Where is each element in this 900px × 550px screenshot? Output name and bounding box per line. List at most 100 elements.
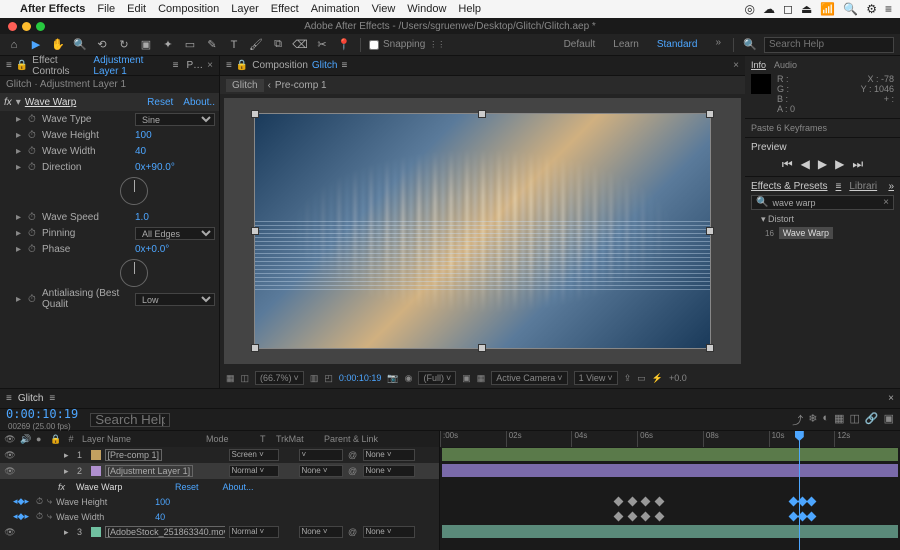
lock-icon[interactable]: 🔒: [236, 60, 248, 71]
composition-viewer[interactable]: [224, 98, 741, 364]
transform-handle[interactable]: [478, 344, 486, 352]
zoom-dropdown[interactable]: (66.7%) ˅: [255, 371, 304, 385]
help-search[interactable]: [764, 37, 894, 53]
disclosure-icon[interactable]: ▸: [16, 114, 24, 125]
pen-tool-icon[interactable]: ✎: [204, 37, 220, 53]
rotate-tool-icon[interactable]: ↻: [116, 37, 132, 53]
param-value[interactable]: 0x+0.0°: [135, 244, 215, 255]
col-mode[interactable]: Mode: [206, 434, 256, 444]
spotlight-icon[interactable]: 🔍: [843, 2, 858, 16]
disclosure-icon[interactable]: ▸: [16, 244, 24, 255]
menu-composition[interactable]: Composition: [158, 3, 219, 15]
layer-name[interactable]: [AdobeStock_251863340.mov]: [105, 526, 225, 538]
close-panel-icon[interactable]: ×: [733, 60, 739, 71]
pixel-aspect-icon[interactable]: ▭: [637, 373, 646, 384]
param-dropdown[interactable]: Sine: [135, 113, 215, 126]
menu-effect[interactable]: Effect: [271, 3, 299, 15]
param-value[interactable]: 0x+90.0°: [135, 162, 215, 173]
frame-blend-icon[interactable]: ◫: [849, 412, 859, 428]
effect-header[interactable]: fx ▾ Wave Warp Reset About..: [0, 93, 219, 111]
timeline-comp-tab[interactable]: Glitch: [18, 393, 44, 404]
layer-row[interactable]: 👁▸2[Adjustment Layer 1]Normal ˅None ˅@No…: [0, 463, 439, 479]
stopwatch-icon[interactable]: ⏱: [28, 228, 38, 239]
effects-search-input[interactable]: [772, 198, 879, 208]
col-t[interactable]: T: [260, 434, 272, 444]
parent-dropdown[interactable]: None ˅: [363, 526, 415, 538]
panel-menu-icon[interactable]: ≡: [836, 181, 842, 192]
type-tool-icon[interactable]: T: [226, 37, 242, 53]
col-solo-icon[interactable]: ●: [36, 434, 46, 444]
ruler-tick[interactable]: 12s: [834, 431, 900, 447]
clone-tool-icon[interactable]: ⧉: [270, 37, 286, 53]
col-audio-icon[interactable]: 🔊: [20, 434, 32, 445]
disclosure-icon[interactable]: ▸: [16, 294, 24, 305]
zoom-window-button[interactable]: [36, 22, 45, 31]
playhead[interactable]: [799, 431, 800, 550]
disclosure-icon[interactable]: ▸: [16, 146, 24, 157]
panel-tab-extra[interactable]: P…: [186, 60, 203, 71]
stopwatch-icon[interactable]: ⏱: [28, 162, 38, 173]
tab-info[interactable]: Info: [751, 60, 766, 70]
disclosure-icon[interactable]: ▸: [64, 527, 69, 538]
resolution-icon[interactable]: ◫: [241, 373, 250, 384]
col-trkmat[interactable]: TrkMat: [276, 434, 320, 444]
pickwhip-icon[interactable]: @: [347, 466, 359, 476]
keyframe-icon[interactable]: [627, 512, 637, 522]
col-layer-name[interactable]: Layer Name: [82, 434, 202, 444]
puppet-tool-icon[interactable]: 📍: [336, 37, 352, 53]
roto-tool-icon[interactable]: ✂: [314, 37, 330, 53]
ruler-tick[interactable]: 04s: [571, 431, 637, 447]
keyframe-icon[interactable]: [807, 512, 817, 522]
param-value[interactable]: 40: [155, 512, 165, 522]
panel-menu-icon[interactable]: ≡: [49, 393, 55, 404]
comp-name-link[interactable]: Glitch: [312, 60, 338, 71]
tree-folder[interactable]: ▾ Distort: [751, 213, 894, 226]
brush-tool-icon[interactable]: 🖌: [248, 37, 264, 53]
keyframe-icon[interactable]: [627, 497, 637, 507]
eraser-tool-icon[interactable]: ⌫: [292, 37, 308, 53]
disclosure-icon[interactable]: ▸: [64, 466, 69, 477]
close-window-button[interactable]: [8, 22, 17, 31]
layer-row[interactable]: 👁▸3[AdobeStock_251863340.mov]Normal ˅Non…: [0, 524, 439, 540]
transform-handle[interactable]: [706, 110, 714, 118]
mode-dropdown[interactable]: Screen ˅: [229, 449, 279, 461]
reset-link[interactable]: Reset: [147, 97, 173, 108]
trkmat-dropdown[interactable]: None ˅: [299, 465, 343, 477]
viewer-frame[interactable]: [255, 114, 710, 348]
col-lock-icon[interactable]: 🔒: [50, 434, 60, 445]
mask-icon[interactable]: ◰: [324, 373, 333, 384]
eye-icon[interactable]: 👁: [4, 450, 16, 461]
tree-item-wave-warp[interactable]: Wave Warp: [779, 227, 833, 239]
orbit-tool-icon[interactable]: ⟲: [94, 37, 110, 53]
mode-dropdown[interactable]: Normal ˅: [229, 526, 279, 538]
graph-editor-icon[interactable]: ▦: [834, 412, 844, 428]
last-frame-icon[interactable]: ⏭: [852, 157, 863, 172]
roi-icon[interactable]: ▣: [462, 373, 471, 384]
fast-preview-icon[interactable]: ⚡: [652, 373, 663, 384]
workspace-standard[interactable]: Standard: [653, 37, 702, 52]
keyframe-icon[interactable]: [641, 497, 651, 507]
angle-dial[interactable]: [120, 177, 148, 205]
eye-icon[interactable]: 👁: [4, 466, 16, 477]
ruler-tick[interactable]: 08s: [703, 431, 769, 447]
tab-libraries[interactable]: Librari: [849, 181, 877, 192]
stopwatch-icon[interactable]: ⏱: [28, 244, 38, 255]
keyframe-nav[interactable]: ◂◆▸: [10, 511, 32, 522]
menu-view[interactable]: View: [372, 3, 396, 15]
menu-app[interactable]: After Effects: [20, 3, 85, 15]
keyframe-icon[interactable]: [807, 497, 817, 507]
breadcrumb-item[interactable]: Pre-comp 1: [275, 80, 327, 91]
resolution-dropdown[interactable]: (Full) ˅: [418, 371, 456, 385]
panel-menu-icon[interactable]: ≡: [6, 60, 12, 71]
grid-icon[interactable]: ▥: [310, 373, 319, 384]
keyframe-icon[interactable]: [613, 497, 623, 507]
pickwhip-icon[interactable]: @: [347, 450, 359, 460]
mode-dropdown[interactable]: Normal ˅: [229, 465, 279, 477]
pickwhip-icon[interactable]: @: [347, 527, 359, 537]
panel-menu-icon[interactable]: ≡: [173, 60, 179, 71]
stopwatch-icon[interactable]: ⏱: [28, 294, 38, 305]
channel-icon[interactable]: ◉: [405, 373, 413, 384]
zoom-tool-icon[interactable]: 🔍: [72, 37, 88, 53]
menu-animation[interactable]: Animation: [311, 3, 360, 15]
fx-name[interactable]: Wave Warp: [76, 482, 171, 492]
